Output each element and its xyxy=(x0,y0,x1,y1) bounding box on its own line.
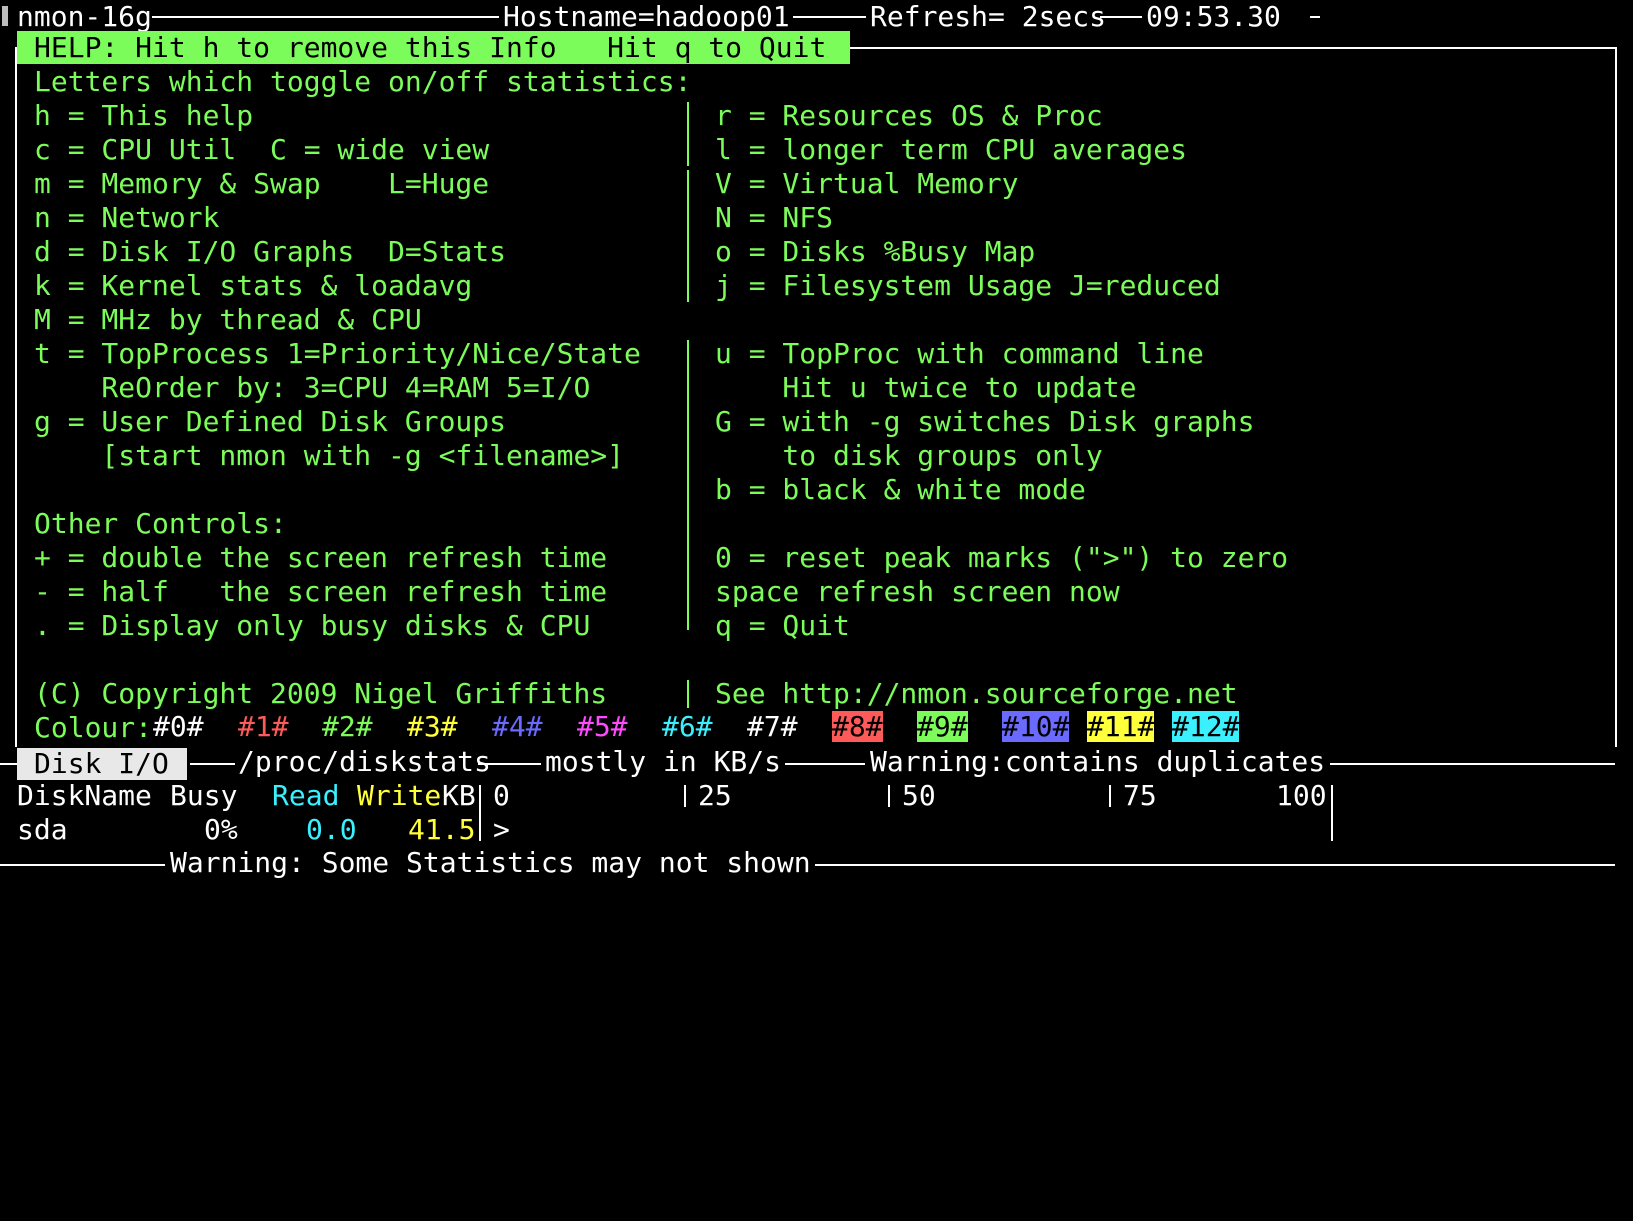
graph-tick xyxy=(684,785,686,807)
disk-graph: > xyxy=(493,813,510,846)
col-busy: Busy xyxy=(170,779,238,812)
hostname: Hostname=hadoop01 xyxy=(503,0,790,33)
colour-sample: #8# xyxy=(832,710,883,743)
header-bar: nmon-16g Hostname=hadoop01 Refresh= 2sec… xyxy=(0,0,1281,34)
help-left-line: c = CPU Util C = wide view xyxy=(34,133,490,166)
help-right-line: V = Virtual Memory xyxy=(715,167,1019,200)
graph-tick xyxy=(888,785,890,807)
help-left-line: d = Disk I/O Graphs D=Stats xyxy=(34,235,507,268)
footer-warning: Warning: Some Statistics may not shown xyxy=(170,846,811,879)
help-left-line: m = Memory & Swap L=Huge xyxy=(34,167,490,200)
disk-section-divider xyxy=(785,763,865,765)
footer-divider xyxy=(815,864,1615,866)
column-separator xyxy=(687,170,689,302)
other-left-line: + = double the screen refresh time xyxy=(34,541,608,574)
col-diskname: DiskName xyxy=(17,779,152,812)
colour-sample: #10# xyxy=(1002,710,1070,743)
disk-row: sda 0% 0.0 41.5 > xyxy=(0,813,1633,847)
panel-top-border xyxy=(850,47,1615,49)
help-left-line: n = Network xyxy=(34,201,220,234)
disk-section-divider xyxy=(190,763,235,765)
other-left-line: - = half the screen refresh time xyxy=(34,575,608,608)
scale-0: 0 xyxy=(493,779,510,812)
help-left-line: M = MHz by thread & CPU xyxy=(34,303,422,336)
disk-name: sda xyxy=(17,813,68,846)
disk-warning: Warning:contains duplicates xyxy=(870,745,1326,778)
header-divider xyxy=(152,16,499,18)
toggles-heading: Letters which toggle on/off statistics: xyxy=(34,65,692,98)
disk-read: 0.0 xyxy=(306,813,357,846)
disk-section-divider xyxy=(478,763,541,765)
other-right-line: space refresh screen now xyxy=(715,575,1120,608)
help-right-line: N = NFS xyxy=(715,201,834,234)
help-right-line: j = Filesystem Usage J=reduced xyxy=(715,269,1221,302)
help-left-line: [start nmon with -g <filename>] xyxy=(34,439,625,472)
help-bar-text: HELP: Hit h to remove this Info Hit q to… xyxy=(34,31,827,64)
see-url: See http://nmon.sourceforge.net xyxy=(715,677,1238,710)
disk-section-divider xyxy=(0,763,17,765)
help-right-line: to disk groups only xyxy=(715,439,1103,472)
panel-right-border xyxy=(1615,47,1617,747)
other-right-line: 0 = reset peak marks (">") to zero xyxy=(715,541,1289,574)
help-left-line: k = Kernel stats & loadavg xyxy=(34,269,473,302)
help-right-line: u = TopProc with command line xyxy=(715,337,1204,370)
disk-write: 41.5 xyxy=(408,813,476,846)
disk-header-row: DiskName Busy Read Write KB 0 25 50 75 1… xyxy=(0,779,1633,813)
scale-50: 50 xyxy=(902,779,936,812)
help-right-line: l = longer term CPU averages xyxy=(715,133,1188,166)
help-left-line: g = User Defined Disk Groups xyxy=(34,405,507,438)
colour-sample: #11# xyxy=(1087,710,1155,743)
disk-source: /proc/diskstats xyxy=(238,745,491,778)
colour-sample: #7# xyxy=(747,710,798,743)
disk-busy: 0% xyxy=(204,813,238,846)
help-right-line: G = with -g switches Disk graphs xyxy=(715,405,1255,438)
app-title: nmon-16g xyxy=(17,0,152,33)
other-left-line: . = Display only busy disks & CPU xyxy=(34,609,591,642)
colour-sample: #9# xyxy=(917,710,968,743)
header-divider xyxy=(1310,16,1320,18)
column-separator xyxy=(687,680,689,708)
colour-label: Colour: xyxy=(34,711,153,744)
scale-75: 75 xyxy=(1123,779,1157,812)
disk-units: mostly in KB/s xyxy=(545,745,782,778)
help-left-line: h = This help xyxy=(34,99,254,132)
help-right-line: r = Resources OS & Proc xyxy=(715,99,1103,132)
colour-sample: #4# xyxy=(492,710,543,743)
panel-left-border xyxy=(15,47,17,747)
help-left-line: t = TopProcess 1=Priority/Nice/State xyxy=(34,337,641,370)
graph-tick xyxy=(1109,785,1111,807)
colour-sample: #0# xyxy=(153,710,204,743)
clock: 09:53.30 xyxy=(1146,0,1281,33)
copyright: (C) Copyright 2009 Nigel Griffiths xyxy=(34,677,608,710)
help-right-line: Hit u twice to update xyxy=(715,371,1137,404)
colour-sample: #3# xyxy=(407,710,458,743)
header-divider xyxy=(793,16,866,18)
column-separator xyxy=(687,102,689,166)
colour-legend: Colour: #0# #1# #2# #3# #4# #5# #6# #7# … xyxy=(0,711,1633,745)
other-controls-heading: Other Controls: xyxy=(34,507,287,540)
scale-25: 25 xyxy=(698,779,732,812)
col-write: Write xyxy=(357,779,442,812)
colour-sample: #1# xyxy=(238,710,289,743)
col-kb: KB xyxy=(442,779,476,812)
colour-sample: #2# xyxy=(322,710,373,743)
header-divider xyxy=(1100,16,1142,18)
footer-divider xyxy=(0,864,165,866)
colour-sample: #6# xyxy=(662,710,713,743)
help-right-line: o = Disks %Busy Map xyxy=(715,235,1036,268)
help-left-line: ReOrder by: 3=CPU 4=RAM 5=I/O xyxy=(34,371,591,404)
column-separator xyxy=(687,340,689,630)
scale-100: 100 xyxy=(1276,779,1327,812)
disk-section-divider xyxy=(1330,763,1615,765)
colour-sample: #5# xyxy=(577,710,628,743)
colour-sample: #12# xyxy=(1172,710,1240,743)
help-right-line: b = black & white mode xyxy=(715,473,1086,506)
other-right-line: q = Quit xyxy=(715,609,850,642)
disk-io-tab-label: Disk I/O xyxy=(34,747,169,780)
col-read: Read xyxy=(272,779,340,812)
refresh-rate: Refresh= 2secs xyxy=(870,0,1107,33)
